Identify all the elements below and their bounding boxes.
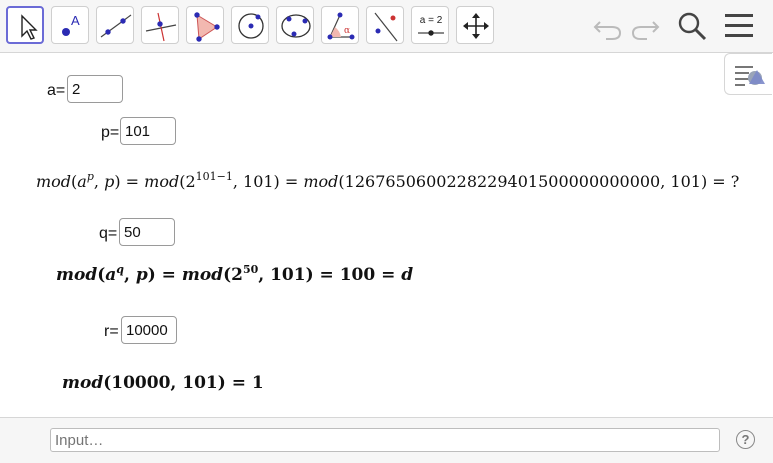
reflect-tool-button[interactable] [366, 6, 404, 44]
formula-mod-r: mod(10000, 101) = 1 [62, 373, 264, 393]
help-icon[interactable]: ? [736, 430, 755, 449]
move-arrows-icon [463, 13, 489, 39]
line-tool-button[interactable] [96, 6, 134, 44]
slider-icon: a = 2 [418, 15, 444, 36]
circle-center-tool-button[interactable] [231, 6, 269, 44]
input-q[interactable] [119, 218, 175, 246]
perpendicular-line-tool-button[interactable] [141, 6, 179, 44]
cursor-arrow-icon [21, 14, 38, 40]
svg-text:A: A [71, 13, 80, 28]
angle-icon: α [327, 12, 355, 40]
move-tool-button[interactable] [6, 6, 44, 44]
polygon-icon [194, 12, 220, 42]
formula-mod-a-p: mod(ap, p) = mod(2101−1, 101) = mod(1267… [36, 170, 740, 191]
circle-three-points-icon [281, 14, 311, 38]
perpendicular-line-icon [145, 12, 177, 42]
svg-text:a = 2: a = 2 [420, 15, 443, 26]
formula-mod-a-q: mod(aq, p) = mod(250, 101) = 100 = d [56, 263, 414, 285]
point-icon: A [62, 13, 80, 36]
reflect-icon [374, 12, 398, 42]
label-q: q= [99, 225, 118, 242]
search-icon[interactable] [674, 8, 710, 44]
polygon-tool-button[interactable] [186, 6, 224, 44]
svg-text:α: α [344, 26, 350, 36]
label-r: r= [104, 323, 119, 340]
input-bar-container: ? [0, 417, 773, 463]
slider-tool-button[interactable]: a = 2 [411, 6, 449, 44]
circle-center-icon [238, 13, 264, 39]
move-graphics-view-tool-button[interactable] [456, 6, 494, 44]
label-p: p= [101, 124, 120, 141]
line-icon [100, 14, 132, 38]
circle-three-points-tool-button[interactable] [276, 6, 314, 44]
redo-icon[interactable] [627, 8, 663, 44]
point-tool-button[interactable]: A [51, 6, 89, 44]
style-bar-toggle-button[interactable] [724, 53, 772, 95]
input-a[interactable] [67, 75, 123, 103]
undo-icon[interactable] [590, 8, 626, 44]
input-p[interactable] [120, 117, 176, 145]
style-bar-icon [735, 66, 765, 86]
toolbar: A α a = 2 [0, 0, 773, 53]
algebra-input-field[interactable] [50, 428, 720, 452]
label-a: a= [47, 82, 66, 99]
menu-icon[interactable] [722, 8, 758, 44]
input-r[interactable] [121, 316, 177, 344]
angle-tool-button[interactable]: α [321, 6, 359, 44]
